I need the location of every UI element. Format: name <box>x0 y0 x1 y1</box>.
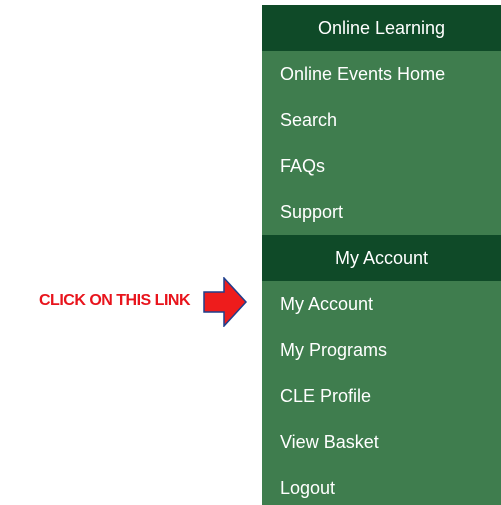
side-menu: Online Learning Online Events Home Searc… <box>262 5 501 505</box>
menu-item-my-account[interactable]: My Account <box>262 281 501 327</box>
menu-item-search[interactable]: Search <box>262 97 501 143</box>
menu-item-view-basket[interactable]: View Basket <box>262 419 501 465</box>
red-right-arrow-icon <box>203 277 247 327</box>
section-header-my-account: My Account <box>262 235 501 281</box>
section-header-online-learning: Online Learning <box>262 5 501 51</box>
menu-item-logout[interactable]: Logout <box>262 465 501 505</box>
menu-item-online-events-home[interactable]: Online Events Home <box>262 51 501 97</box>
menu-item-my-programs[interactable]: My Programs <box>262 327 501 373</box>
menu-item-support[interactable]: Support <box>262 189 501 235</box>
click-instruction-label: CLICK ON THIS LINK <box>39 292 191 309</box>
menu-item-cle-profile[interactable]: CLE Profile <box>262 373 501 419</box>
menu-item-faqs[interactable]: FAQs <box>262 143 501 189</box>
